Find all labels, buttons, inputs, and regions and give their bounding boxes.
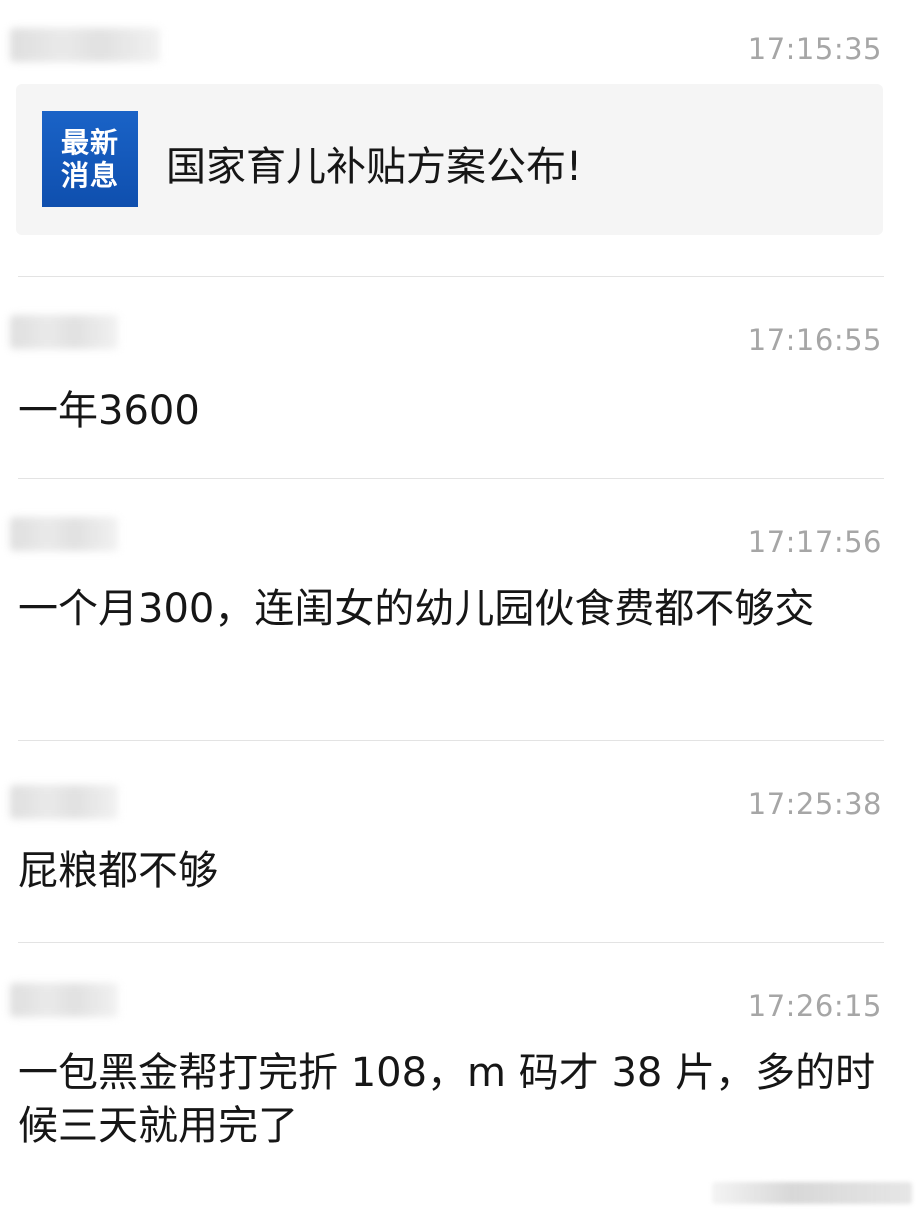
watermark-blurred — [712, 1182, 912, 1204]
sender-name-blurred — [10, 28, 160, 62]
message-item: 17:17:56 一个月300，连闺女的幼儿园伙食费都不够交 — [0, 479, 922, 739]
message-text: 一包黑金帮打完折 108，m 码才 38 片，多的时候三天就用完了 — [18, 1050, 876, 1149]
message-timestamp: 17:25:38 — [747, 787, 882, 821]
shared-link-card[interactable]: 最新 消息 国家育儿补贴方案公布! — [16, 84, 883, 235]
message-text: 屁粮都不够 — [18, 848, 218, 894]
chat-feed: 17:15:35 最新 消息 国家育儿补贴方案公布! 17:16:55 一年36… — [0, 0, 922, 1214]
message-timestamp: 17:17:56 — [747, 525, 882, 559]
shared-link-title: 国家育儿补贴方案公布! — [166, 144, 583, 190]
sender-name-blurred — [10, 785, 118, 819]
message-item: 17:15:35 最新 消息 国家育儿补贴方案公布! — [0, 0, 922, 276]
news-badge-line1: 最新 — [60, 126, 119, 159]
message-text: 一个月300，连闺女的幼儿园伙食费都不够交 — [18, 586, 815, 632]
message-item: 17:16:55 一年3600 — [0, 277, 922, 477]
message-timestamp: 17:16:55 — [747, 323, 882, 357]
message-text: 一年3600 — [18, 388, 200, 434]
news-badge-line2: 消息 — [60, 159, 119, 192]
message-timestamp: 17:15:35 — [747, 32, 882, 66]
news-badge-thumbnail: 最新 消息 — [42, 111, 138, 207]
message-item: 17:25:38 屁粮都不够 — [0, 741, 922, 941]
sender-name-blurred — [10, 315, 118, 349]
message-timestamp: 17:26:15 — [747, 989, 882, 1023]
sender-name-blurred — [10, 517, 118, 551]
sender-name-blurred — [10, 983, 118, 1017]
message-item: 17:26:15 一包黑金帮打完折 108，m 码才 38 片，多的时候三天就用… — [0, 943, 922, 1214]
